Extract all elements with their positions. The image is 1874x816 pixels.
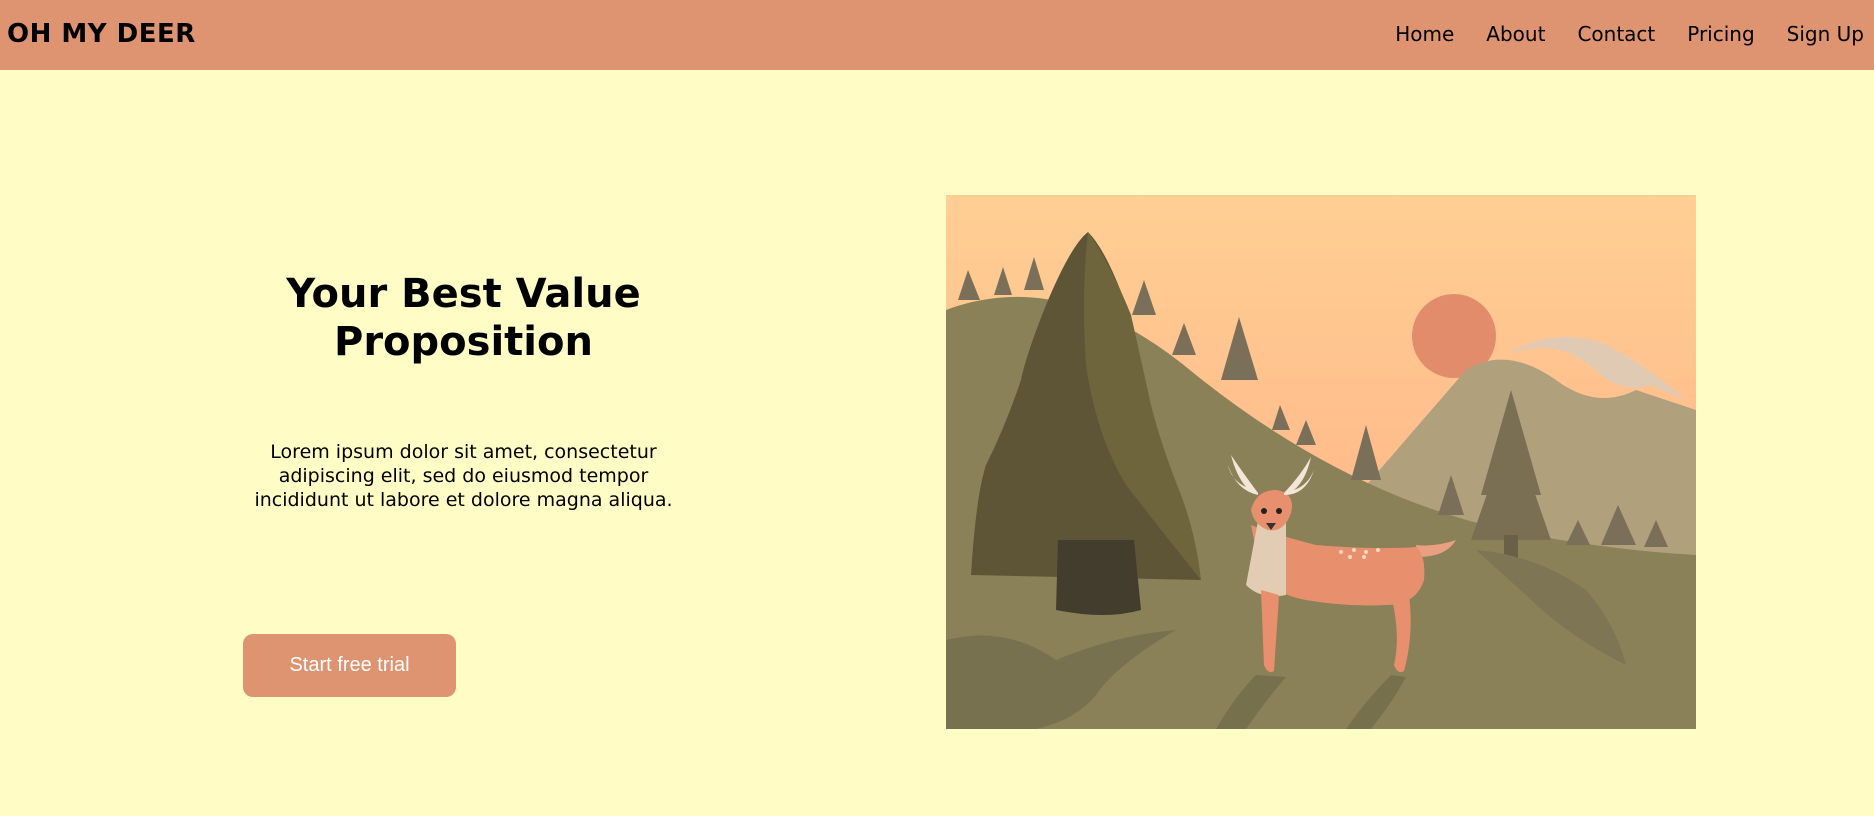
start-free-trial-button[interactable]: Start free trial <box>243 634 456 697</box>
nav-link-contact[interactable]: Contact <box>1577 20 1655 48</box>
hero-description-line-2: adipiscing elit, sed do eiusmod tempor <box>278 465 649 487</box>
hero-title-line-1: Your Best Value <box>286 271 641 317</box>
nav-link-pricing[interactable]: Pricing <box>1687 20 1754 48</box>
nav-link-home[interactable]: Home <box>1395 20 1454 48</box>
hero-title-line-2: Proposition <box>334 319 593 365</box>
hero-heading-block: Your Best Value Proposition <box>240 270 687 366</box>
hero-title: Your Best Value Proposition <box>240 270 687 366</box>
nav-link-signup[interactable]: Sign Up <box>1787 20 1864 48</box>
navbar: OH MY DEER Home About Contact Pricing Si… <box>0 0 1874 70</box>
big-pine-trunk <box>1056 540 1141 615</box>
brand-logo[interactable]: OH MY DEER <box>7 18 196 50</box>
hero-description-line-1: Lorem ipsum dolor sit amet, consectetur <box>270 441 657 463</box>
deer-forest-illustration <box>946 195 1696 729</box>
nav-links: Home About Contact Pricing Sign Up <box>1363 20 1864 48</box>
hero-description-line-3: incididunt ut labore et dolore magna ali… <box>254 489 673 511</box>
start-free-trial-label: Start free trial <box>289 654 410 676</box>
hero-description: Lorem ipsum dolor sit amet, consectetur … <box>240 440 687 512</box>
nav-link-about[interactable]: About <box>1486 20 1545 48</box>
